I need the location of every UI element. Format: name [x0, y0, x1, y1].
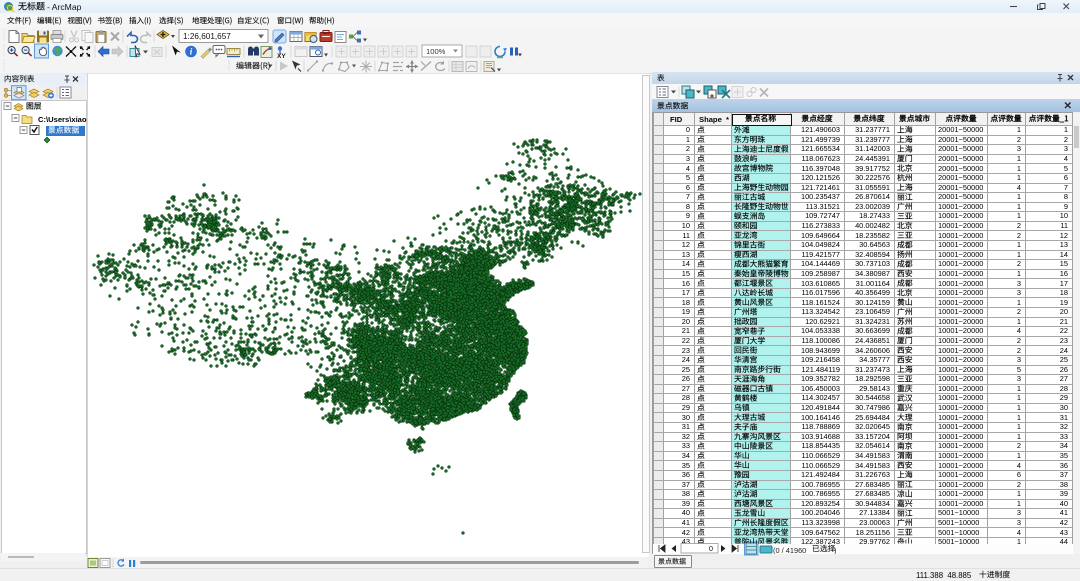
svg-text:1:26,601,657: 1:26,601,657 [183, 32, 231, 41]
svg-text:0: 0 [709, 544, 713, 553]
svg-text:XY: XY [277, 53, 286, 60]
svg-text:100%: 100% [426, 47, 446, 56]
